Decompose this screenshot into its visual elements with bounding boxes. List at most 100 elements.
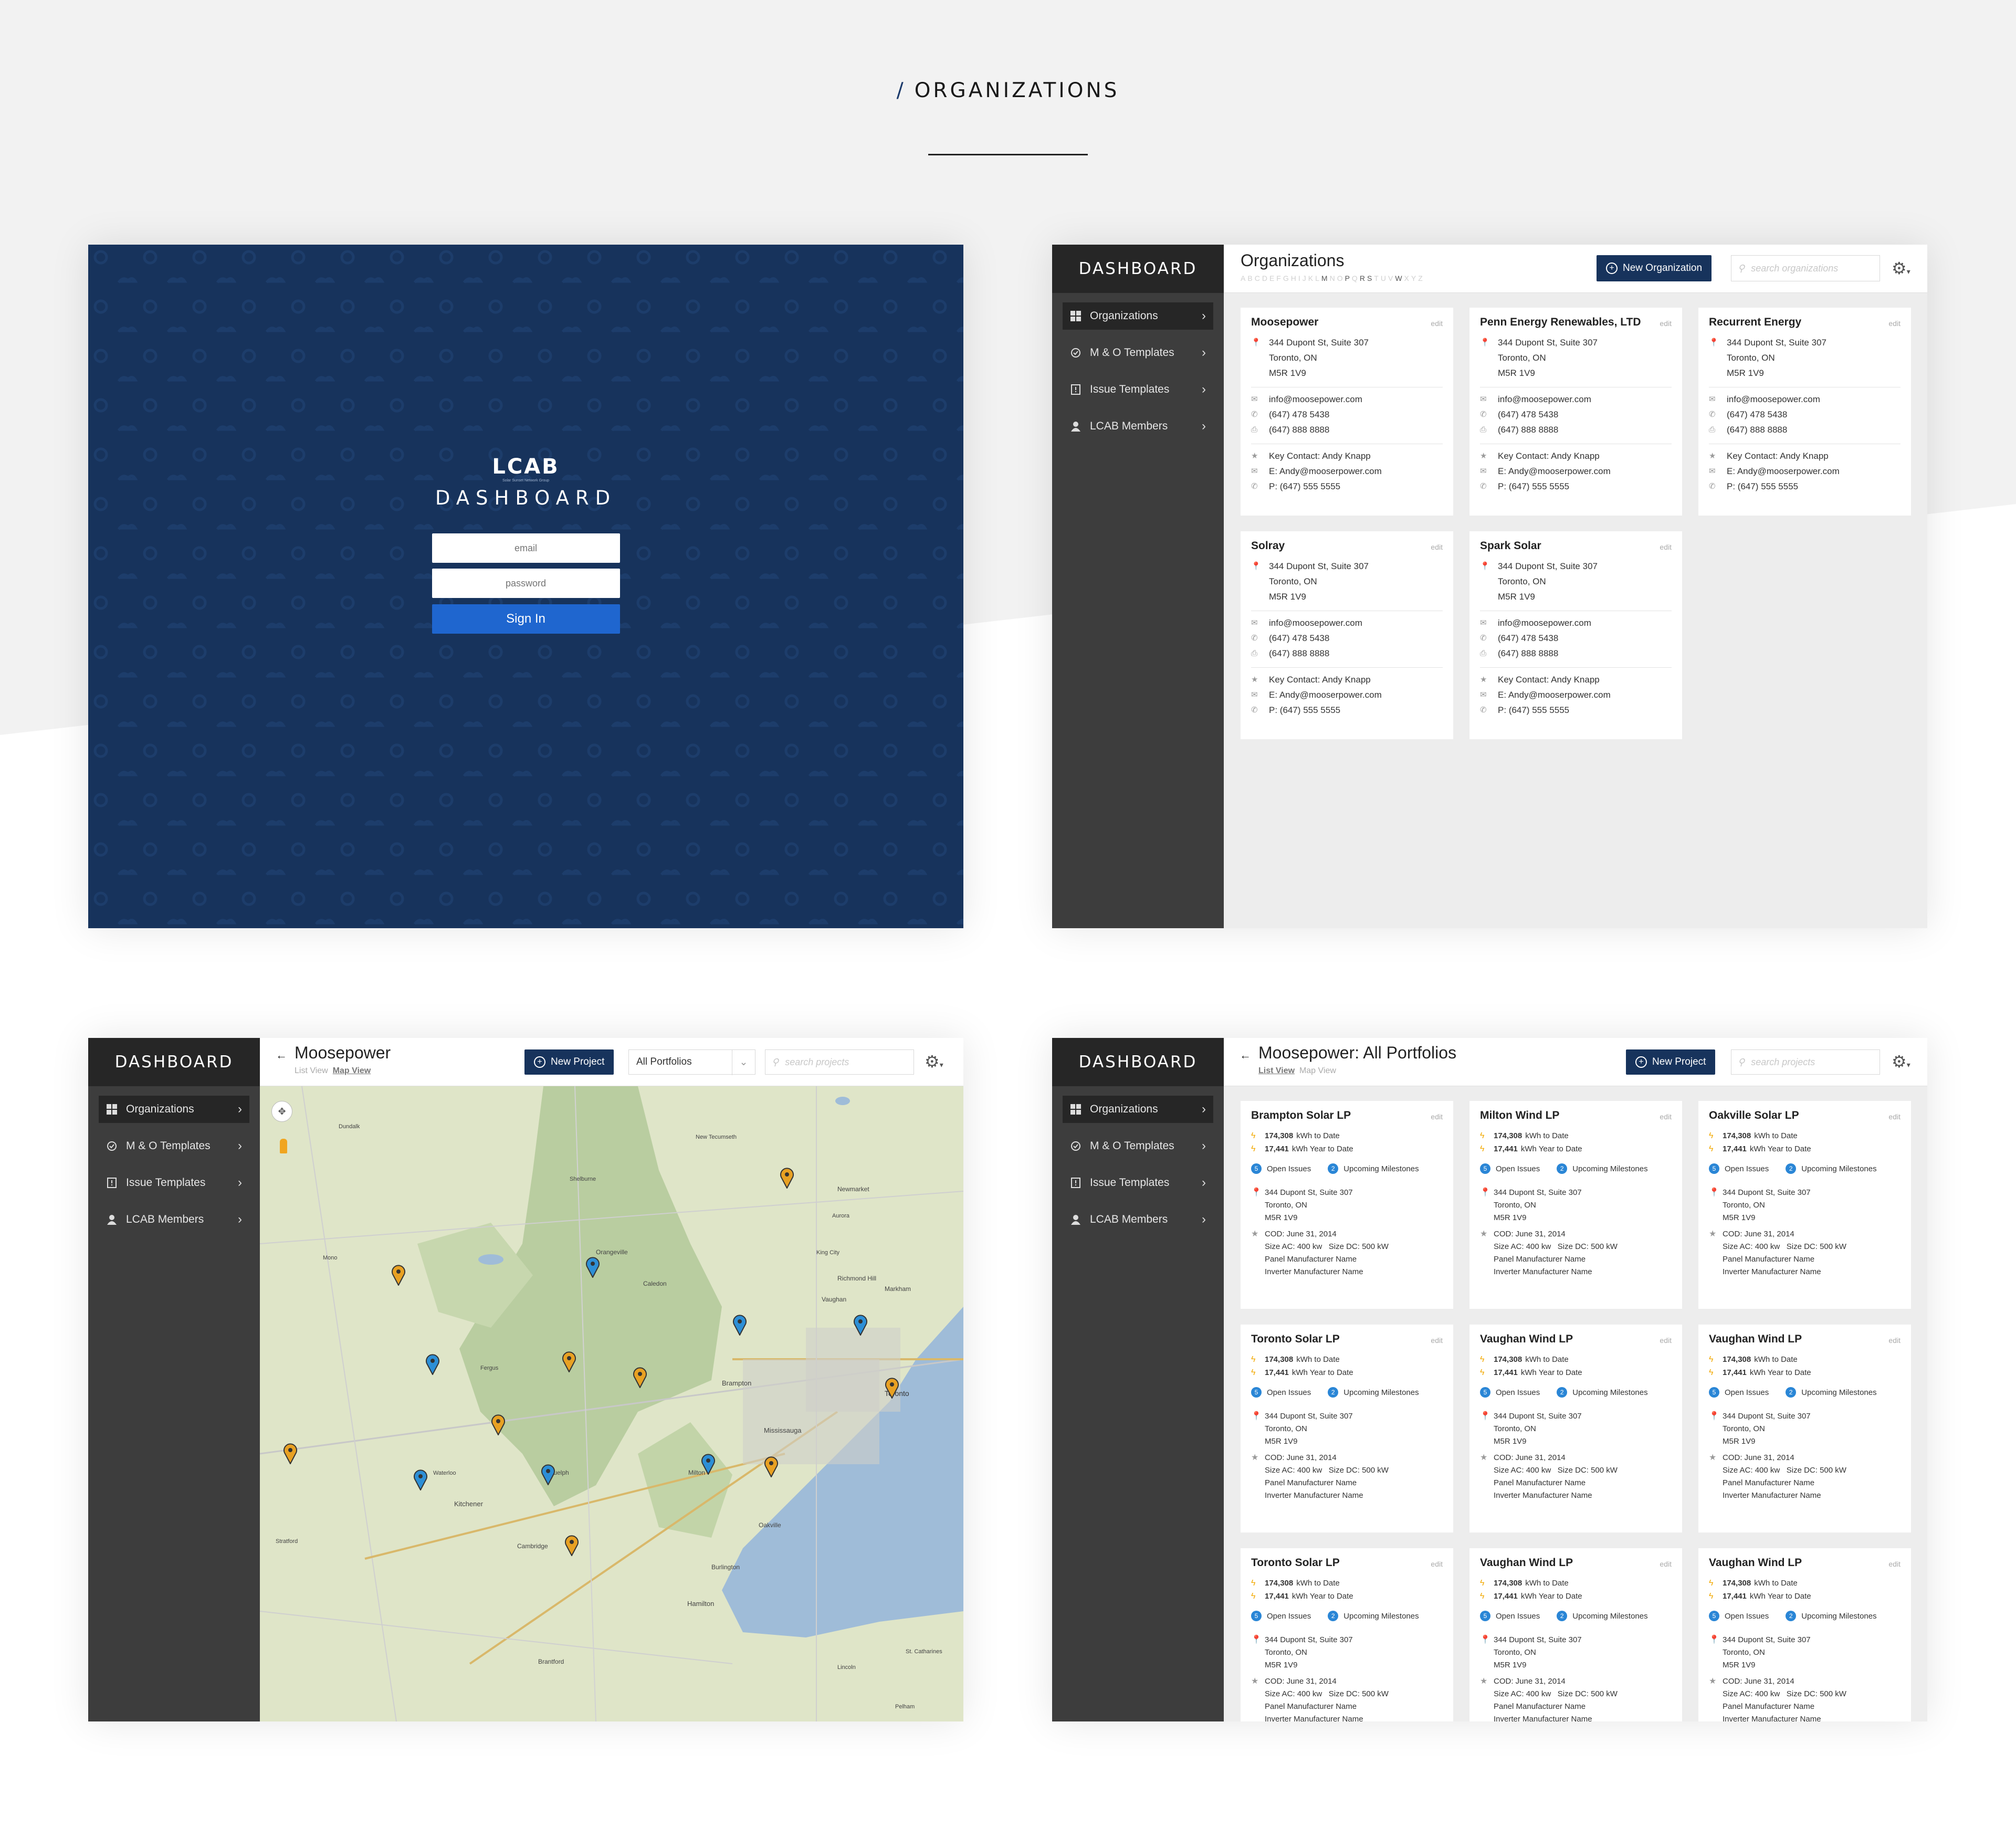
edit-link[interactable]: edit xyxy=(1431,1112,1443,1121)
alphabet-letter[interactable]: M xyxy=(1321,274,1330,282)
alphabet-letter[interactable]: N xyxy=(1330,274,1337,282)
map[interactable]: Toronto Brampton Mississauga Vaughan Mar… xyxy=(260,1086,963,1721)
sidebar-item-lcab-members[interactable]: LCAB Members › xyxy=(99,1206,249,1233)
pan-control-icon[interactable]: ✥ xyxy=(271,1101,292,1122)
alphabet-letter[interactable]: S xyxy=(1367,274,1374,282)
organization-card[interactable]: Solray edit 📍 344 Dupont St, Suite 307 Toron… xyxy=(1241,531,1453,739)
orange-map-pin[interactable] xyxy=(562,1351,576,1373)
open-issues-count[interactable]: 5 xyxy=(1480,1387,1490,1398)
open-issues-count[interactable]: 5 xyxy=(1709,1163,1719,1174)
orange-map-pin[interactable] xyxy=(780,1168,794,1190)
list-view-link[interactable]: List View xyxy=(295,1066,328,1075)
alphabet-letter[interactable]: Y xyxy=(1411,274,1418,282)
back-arrow-icon[interactable]: ← xyxy=(276,1048,287,1062)
milestones-count[interactable]: 2 xyxy=(1557,1163,1568,1174)
project-card[interactable]: Toronto Solar LP edit ϟ 174,308 kWh to Date ϟ… xyxy=(1241,1548,1453,1721)
alphabet-letter[interactable]: X xyxy=(1404,274,1411,282)
sidebar-item-lcab-members[interactable]: LCAB Members › xyxy=(1063,1206,1213,1233)
orange-map-pin[interactable] xyxy=(633,1367,647,1389)
open-issues-count[interactable]: 5 xyxy=(1480,1611,1490,1621)
email-field[interactable] xyxy=(432,533,620,563)
list-view-link[interactable]: List View xyxy=(1258,1066,1295,1075)
open-issues-count[interactable]: 5 xyxy=(1251,1163,1262,1174)
new-project-button[interactable]: + New Project xyxy=(1626,1049,1716,1075)
alphabet-filter[interactable]: ABCDEFGHIJKLMNOPQRSTUVWXYZ xyxy=(1241,274,1425,282)
search-input[interactable]: ⚲ search organizations xyxy=(1731,255,1880,281)
milestones-count[interactable]: 2 xyxy=(1557,1387,1568,1398)
new-organization-button[interactable]: + New Organization xyxy=(1597,255,1712,281)
milestones-count[interactable]: 2 xyxy=(1328,1163,1339,1174)
edit-link[interactable]: edit xyxy=(1431,1560,1443,1568)
orange-map-pin[interactable] xyxy=(491,1414,506,1436)
sidebar-item-issue-templates[interactable]: Issue Templates › xyxy=(1063,376,1213,403)
blue-map-pin[interactable] xyxy=(732,1315,747,1337)
alphabet-letter[interactable]: I xyxy=(1298,274,1303,282)
blue-map-pin[interactable] xyxy=(853,1315,868,1337)
search-input[interactable]: ⚲ search projects xyxy=(765,1049,914,1075)
search-input[interactable]: ⚲ search projects xyxy=(1731,1049,1880,1075)
alphabet-letter[interactable]: J xyxy=(1303,274,1308,282)
blue-map-pin[interactable] xyxy=(425,1354,440,1376)
alphabet-letter[interactable]: E xyxy=(1269,274,1276,282)
alphabet-letter[interactable]: O xyxy=(1337,274,1345,282)
sidebar-item-mo-templates[interactable]: M & O Templates › xyxy=(1063,339,1213,366)
organization-card[interactable]: Moosepower edit 📍 344 Dupont St, Suite 307 T… xyxy=(1241,308,1453,516)
edit-link[interactable]: edit xyxy=(1888,1112,1900,1121)
alphabet-letter[interactable]: H xyxy=(1291,274,1298,282)
alphabet-letter[interactable]: B xyxy=(1247,274,1254,282)
edit-link[interactable]: edit xyxy=(1888,319,1900,328)
sidebar-item-lcab-members[interactable]: LCAB Members › xyxy=(1063,413,1213,440)
blue-map-pin[interactable] xyxy=(585,1257,600,1279)
orange-map-pin[interactable] xyxy=(564,1535,579,1557)
edit-link[interactable]: edit xyxy=(1660,1336,1672,1345)
orange-map-pin[interactable] xyxy=(391,1265,406,1287)
alphabet-letter[interactable]: L xyxy=(1315,274,1321,282)
milestones-count[interactable]: 2 xyxy=(1328,1387,1339,1398)
gear-icon[interactable]: ⚙▾ xyxy=(1892,1052,1910,1072)
edit-link[interactable]: edit xyxy=(1888,1560,1900,1568)
project-card[interactable]: Oakville Solar LP edit ϟ 174,308 kWh to Date… xyxy=(1698,1101,1911,1309)
blue-map-pin[interactable] xyxy=(541,1464,555,1486)
new-project-button[interactable]: + New Project xyxy=(524,1049,614,1075)
alphabet-letter[interactable]: W xyxy=(1395,274,1404,282)
map-view-link[interactable]: Map View xyxy=(1299,1066,1336,1075)
open-issues-count[interactable]: 5 xyxy=(1709,1611,1719,1621)
orange-map-pin[interactable] xyxy=(283,1443,298,1465)
milestones-count[interactable]: 2 xyxy=(1328,1611,1339,1621)
open-issues-count[interactable]: 5 xyxy=(1251,1611,1262,1621)
map-view-link[interactable]: Map View xyxy=(333,1066,371,1075)
gear-icon[interactable]: ⚙▾ xyxy=(925,1052,943,1072)
sidebar-item-organizations[interactable]: Organizations › xyxy=(1063,302,1213,330)
edit-link[interactable]: edit xyxy=(1660,1560,1672,1568)
alphabet-letter[interactable]: K xyxy=(1308,274,1315,282)
edit-link[interactable]: edit xyxy=(1431,1336,1443,1345)
password-field[interactable] xyxy=(432,569,620,598)
edit-link[interactable]: edit xyxy=(1660,543,1672,551)
back-arrow-icon[interactable]: ← xyxy=(1240,1048,1251,1062)
open-issues-count[interactable]: 5 xyxy=(1251,1387,1262,1398)
alphabet-letter[interactable]: C xyxy=(1255,274,1262,282)
organization-card[interactable]: Recurrent Energy edit 📍 344 Dupont St, Suit… xyxy=(1698,308,1911,516)
project-card[interactable]: Toronto Solar LP edit ϟ 174,308 kWh to Date ϟ… xyxy=(1241,1325,1453,1532)
open-issues-count[interactable]: 5 xyxy=(1480,1163,1490,1174)
edit-link[interactable]: edit xyxy=(1431,543,1443,551)
street-view-icon[interactable] xyxy=(280,1139,287,1153)
orange-map-pin[interactable] xyxy=(885,1378,899,1400)
orange-map-pin[interactable] xyxy=(764,1456,779,1478)
sidebar-item-mo-templates[interactable]: M & O Templates › xyxy=(1063,1132,1213,1160)
milestones-count[interactable]: 2 xyxy=(1557,1611,1568,1621)
edit-link[interactable]: edit xyxy=(1660,1112,1672,1121)
milestones-count[interactable]: 2 xyxy=(1786,1611,1797,1621)
sidebar-item-mo-templates[interactable]: M & O Templates › xyxy=(99,1132,249,1160)
project-card[interactable]: Vaughan Wind LP edit ϟ 174,308 kWh to Date ϟ 1… xyxy=(1698,1548,1911,1721)
edit-link[interactable]: edit xyxy=(1431,319,1443,328)
open-issues-count[interactable]: 5 xyxy=(1709,1387,1719,1398)
alphabet-letter[interactable]: P xyxy=(1345,274,1352,282)
organization-card[interactable]: Spark Solar edit 📍 344 Dupont St, Suite 307… xyxy=(1469,531,1682,739)
gear-icon[interactable]: ⚙▾ xyxy=(1892,258,1910,278)
milestones-count[interactable]: 2 xyxy=(1786,1163,1797,1174)
alphabet-letter[interactable]: Q xyxy=(1352,274,1360,282)
edit-link[interactable]: edit xyxy=(1888,1336,1900,1345)
alphabet-letter[interactable]: U xyxy=(1381,274,1388,282)
alphabet-letter[interactable]: R xyxy=(1360,274,1367,282)
